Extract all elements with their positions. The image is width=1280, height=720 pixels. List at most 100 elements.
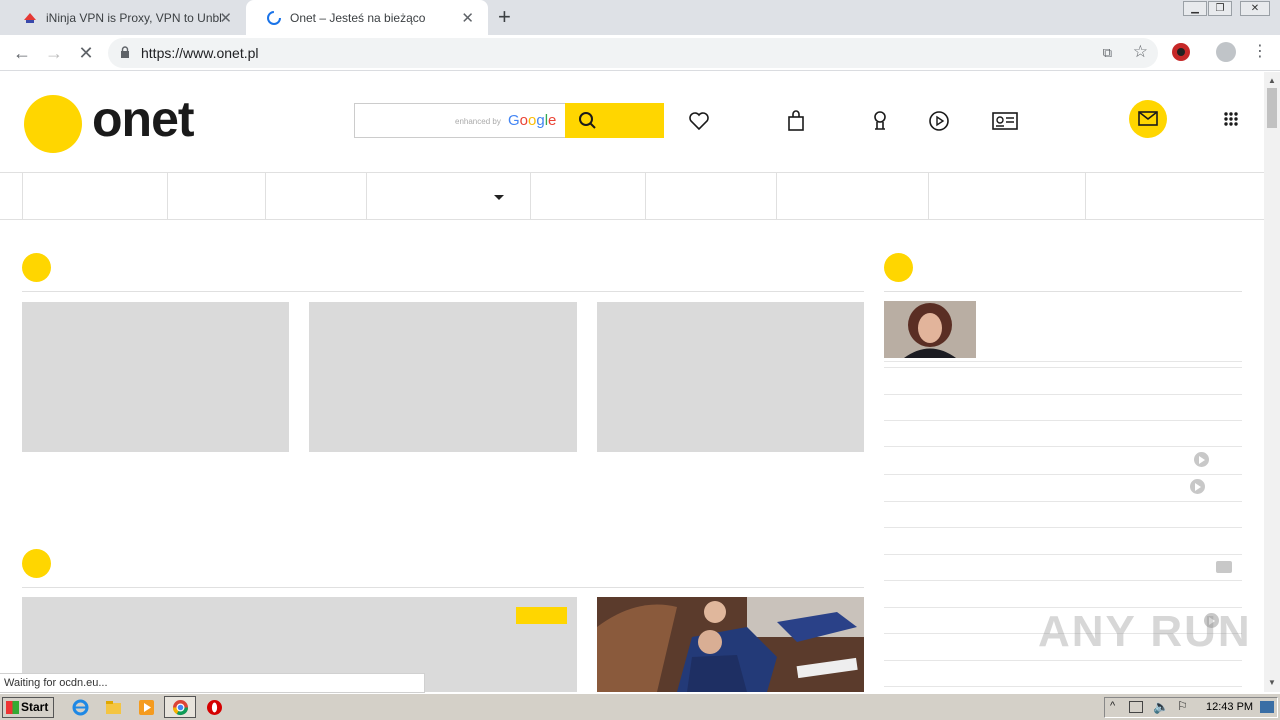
apps-grid-icon[interactable] <box>1224 112 1238 126</box>
category-nav <box>0 172 1264 220</box>
scroll-thumb[interactable] <box>1267 88 1277 128</box>
extension-icon[interactable] <box>1172 43 1190 61</box>
woman-portrait-image <box>884 301 976 358</box>
section-divider <box>22 587 864 588</box>
opera-icon[interactable] <box>206 699 223 716</box>
onet-logo[interactable]: onet <box>92 90 195 148</box>
back-button[interactable]: ← <box>10 41 34 65</box>
close-tab-icon[interactable]: ✕ <box>461 9 474 27</box>
list-divider <box>884 420 1242 421</box>
url-text[interactable]: https://www.onet.pl <box>141 45 259 61</box>
translate-icon[interactable]: ⧉ <box>1103 45 1112 61</box>
section-marker <box>884 253 913 282</box>
video-play-icon[interactable] <box>1190 479 1205 494</box>
heart-icon[interactable] <box>687 109 711 133</box>
google-label: Google <box>508 112 557 129</box>
profile-avatar-icon[interactable] <box>1216 42 1236 62</box>
list-divider <box>884 474 1242 475</box>
list-divider <box>884 686 1242 687</box>
list-divider <box>884 527 1242 528</box>
close-window-button[interactable]: ✕ <box>1240 1 1270 16</box>
scroll-down-icon[interactable]: ▼ <box>1268 678 1276 687</box>
internet-explorer-icon[interactable] <box>72 699 89 716</box>
anyrun-watermark: ANY RUN <box>1038 607 1252 656</box>
article-placeholder[interactable] <box>597 302 864 452</box>
enhanced-by-label: enhanced by <box>455 117 501 126</box>
article-placeholder[interactable] <box>22 302 289 452</box>
section-divider <box>884 291 1242 292</box>
start-button[interactable]: Start <box>2 697 54 718</box>
list-divider <box>884 554 1242 555</box>
network-icon[interactable] <box>1129 701 1143 713</box>
status-bubble: Waiting for ocdn.eu... <box>0 673 425 693</box>
new-tab-button[interactable]: + <box>498 4 511 30</box>
list-divider <box>884 580 1242 581</box>
article-thumbnail[interactable] <box>884 301 976 358</box>
yellow-tag <box>516 607 567 624</box>
mail-icon <box>1138 111 1158 126</box>
lock-icon <box>121 46 129 58</box>
onet-logo-dot[interactable] <box>24 95 82 153</box>
nav-separator <box>366 173 367 220</box>
page-scrollbar[interactable]: ▲ ▼ <box>1264 72 1280 692</box>
bookmark-star-icon[interactable]: ☆ <box>1133 42 1148 62</box>
tab-title: Onet – Jesteś na bieżąco <box>290 10 426 25</box>
search-icon <box>579 112 596 129</box>
section-divider <box>22 291 864 292</box>
stop-button[interactable]: ✕ <box>74 41 98 65</box>
start-label: Start <box>21 700 49 714</box>
ninja-favicon-icon <box>24 12 36 23</box>
profile-card-icon[interactable] <box>992 109 1018 133</box>
forward-button[interactable]: → <box>42 41 66 65</box>
tab-ininja[interactable]: iNinja VPN is Proxy, VPN to Unblock a ✕ <box>2 0 246 35</box>
tab-strip: iNinja VPN is Proxy, VPN to Unblock a ✕ … <box>0 0 1280 35</box>
restore-button[interactable]: ❐ <box>1208 1 1232 16</box>
nav-separator <box>776 173 777 220</box>
minimize-button[interactable]: ▁ <box>1183 1 1207 16</box>
tray-expand-icon[interactable]: ^ <box>1110 700 1115 712</box>
volume-icon[interactable]: 🔈 <box>1153 699 1169 715</box>
show-desktop-icon[interactable] <box>1260 701 1274 713</box>
chrome-icon <box>172 700 189 716</box>
list-divider <box>884 394 1242 395</box>
scroll-up-icon[interactable]: ▲ <box>1268 76 1276 85</box>
nav-separator <box>167 173 168 220</box>
action-center-flag-icon[interactable]: ⚐ <box>1177 699 1188 713</box>
video-play-icon[interactable] <box>1194 452 1209 467</box>
chevron-down-icon[interactable] <box>494 195 504 200</box>
section-marker <box>22 549 51 578</box>
tab-title: iNinja VPN is Proxy, VPN to Unblock a <box>46 10 221 25</box>
tab-onet[interactable]: Onet – Jesteś na bieżąco ✕ <box>246 0 488 35</box>
clock[interactable]: 12:43 PM <box>1206 701 1253 713</box>
list-divider <box>884 361 1242 362</box>
list-divider <box>884 367 1242 368</box>
list-divider <box>884 501 1242 502</box>
folder-icon[interactable] <box>105 699 122 716</box>
address-bar[interactable]: https://www.onet.pl ⧉ ☆ <box>108 38 1158 68</box>
horoscope-icon[interactable] <box>868 109 892 133</box>
media-player-icon[interactable] <box>138 699 155 716</box>
shopping-bag-icon[interactable] <box>784 109 808 133</box>
page-content: onet enhanced by Google ANY RUN <box>0 72 1264 692</box>
nav-separator <box>645 173 646 220</box>
news-photo[interactable] <box>597 597 864 692</box>
list-divider <box>884 446 1242 447</box>
loading-spinner-icon <box>267 10 281 25</box>
taskbar: Start ^ 🔈 ⚐ 12:43 PM <box>0 693 1280 720</box>
search-input[interactable]: enhanced by Google <box>354 103 565 138</box>
chrome-taskbar-button[interactable] <box>164 696 196 718</box>
section-marker <box>22 253 51 282</box>
article-placeholder[interactable] <box>309 302 577 452</box>
nav-separator <box>1085 173 1086 220</box>
nav-separator <box>530 173 531 220</box>
video-play-icon[interactable] <box>927 109 951 133</box>
browser-menu-icon[interactable]: ⋮ <box>1252 41 1268 61</box>
camera-icon[interactable] <box>1216 561 1232 573</box>
nav-separator <box>265 173 266 220</box>
mail-button[interactable] <box>1129 100 1167 138</box>
search-button[interactable] <box>565 103 664 138</box>
nav-separator <box>928 173 929 220</box>
windows-logo-icon <box>6 701 19 714</box>
parliament-photo-image <box>597 597 864 692</box>
close-tab-icon[interactable]: ✕ <box>219 9 232 27</box>
